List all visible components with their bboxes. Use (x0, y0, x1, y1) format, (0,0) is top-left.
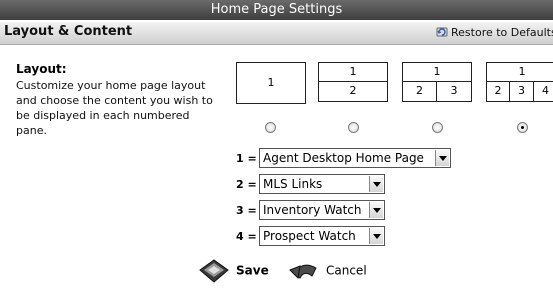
layout-radio-3[interactable] (432, 122, 443, 133)
window-title: Home Page Settings (210, 2, 343, 17)
chevron-down-icon (369, 176, 383, 192)
layout-radio-1[interactable] (265, 122, 276, 133)
pane-2-select[interactable]: MLS Links (259, 174, 385, 194)
layout-4-pane-3: 3 (510, 82, 534, 102)
pane-label-3: 3 = (236, 204, 257, 217)
layout-radio-2[interactable] (348, 122, 359, 133)
cancel-label: Cancel (326, 263, 367, 278)
chevron-down-icon (435, 150, 449, 166)
pane-4-value: Prospect Watch (263, 229, 356, 243)
pane-1-select[interactable]: Agent Desktop Home Page (259, 148, 451, 168)
pane-1-value: Agent Desktop Home Page (263, 151, 424, 165)
restore-defaults-label: Restore to Defaults (451, 26, 553, 39)
pane-2-value: MLS Links (263, 177, 323, 191)
layout-option-3[interactable]: 1 2 3 (402, 62, 472, 102)
section-header: Layout & Content Restore to Defaults (0, 22, 553, 45)
save-icon (199, 259, 229, 283)
layout-3-pane-3: 3 (437, 82, 472, 102)
undo-arrow-icon (289, 264, 317, 280)
window-title-bar: Home Page Settings (0, 0, 553, 20)
layout-radio-4[interactable] (517, 122, 528, 133)
layout-description: Customize your home page layout and choo… (16, 79, 213, 137)
layout-3-pane-2: 2 (402, 82, 437, 102)
layout-2-pane-1: 1 (318, 62, 388, 82)
layout-4-pane-2: 2 (486, 82, 510, 102)
layout-2-pane-2: 2 (318, 82, 388, 102)
layout-option-2[interactable]: 1 2 (318, 62, 388, 102)
pane-3-value: Inventory Watch (263, 203, 362, 217)
chevron-down-icon (369, 202, 383, 218)
layout-3-pane-1: 1 (402, 62, 472, 82)
section-title: Layout & Content (4, 24, 133, 39)
pane-4-select[interactable]: Prospect Watch (259, 226, 385, 246)
layout-label: Layout: (16, 62, 67, 76)
layout-4-pane-4: 4 (534, 82, 553, 102)
chevron-down-icon (369, 228, 383, 244)
layout-1-pane-1: 1 (267, 76, 275, 89)
pane-3-select[interactable]: Inventory Watch (259, 200, 385, 220)
layout-4-pane-1: 1 (486, 62, 553, 82)
save-button[interactable]: Save (196, 258, 269, 284)
pane-label-1: 1 = (236, 152, 257, 165)
save-label: Save (236, 263, 269, 278)
restore-icon (436, 27, 448, 37)
pane-label-2: 2 = (236, 178, 257, 191)
pane-label-4: 4 = (236, 230, 257, 243)
layout-option-1[interactable]: 1 (236, 62, 306, 104)
restore-defaults-link[interactable]: Restore to Defaults (436, 26, 553, 39)
layout-option-4[interactable]: 1 2 3 4 (486, 62, 553, 102)
cancel-button[interactable]: Cancel (288, 258, 367, 284)
